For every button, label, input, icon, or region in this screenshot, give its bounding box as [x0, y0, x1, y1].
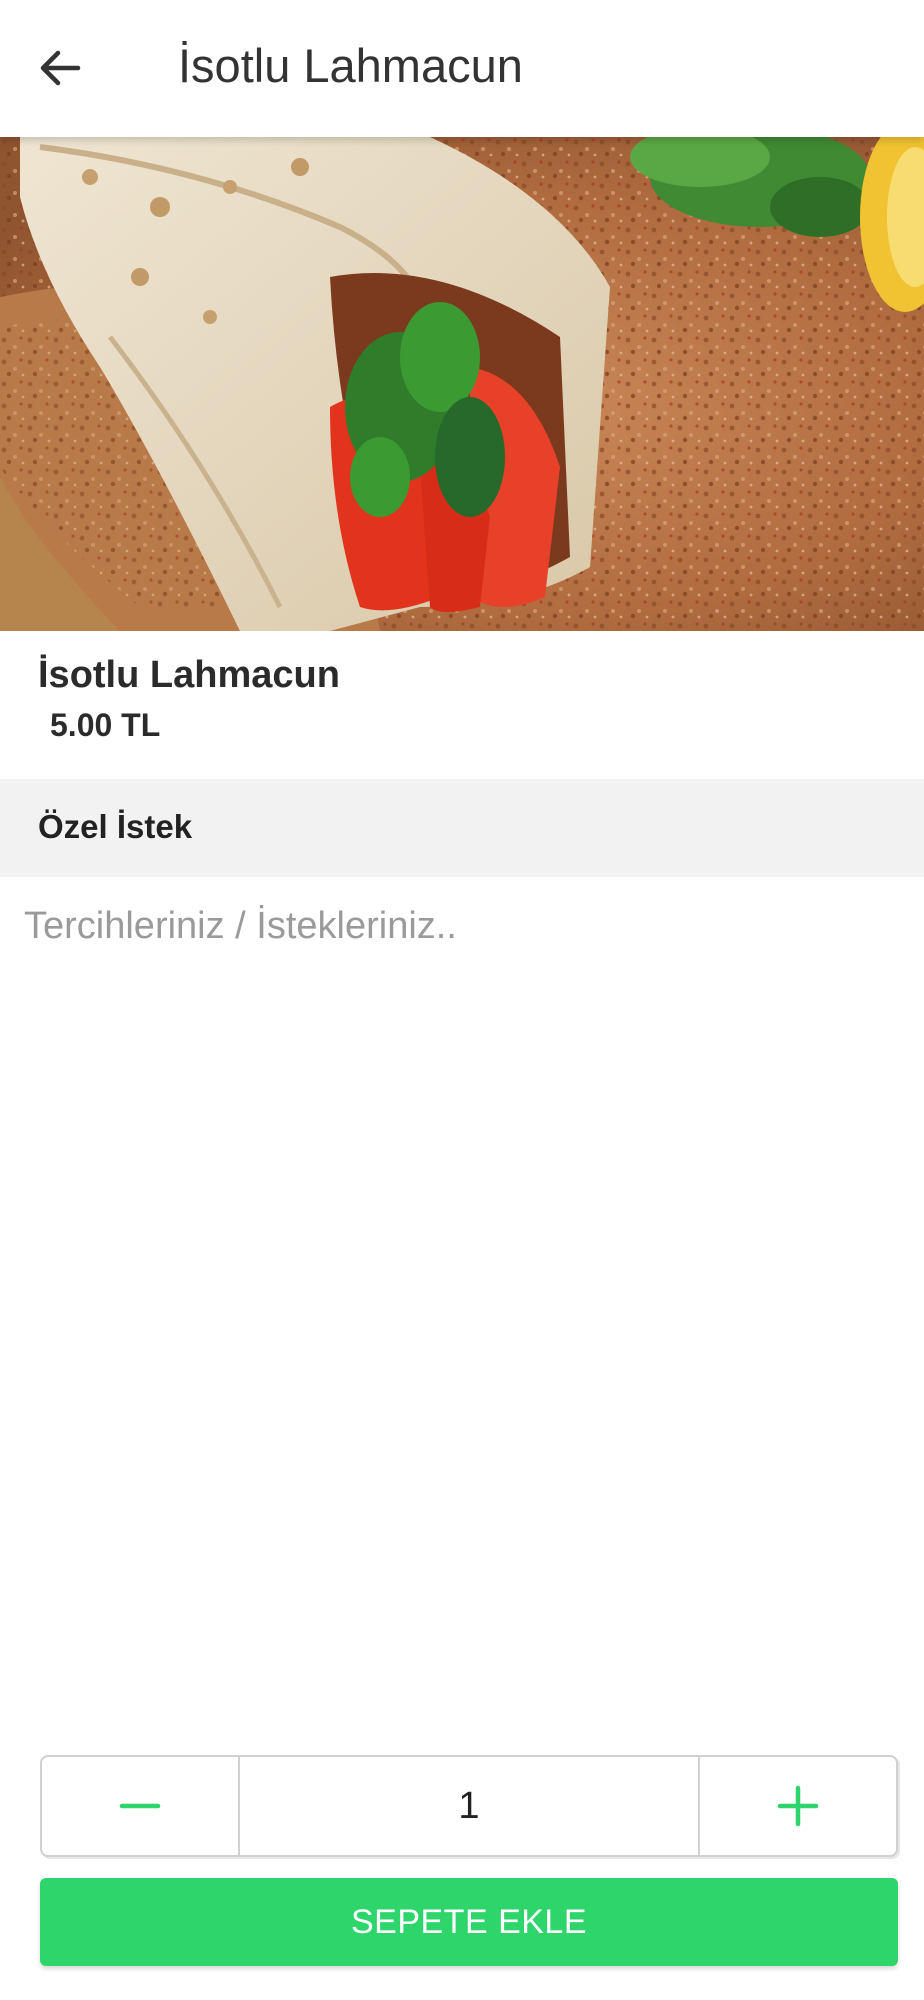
- app-header: İsotlu Lahmacun: [0, 0, 924, 137]
- quantity-stepper: 1: [40, 1755, 898, 1857]
- app-screen: İsotlu Lahmacun İsotlu Lahmacun 5.00 TL …: [0, 0, 924, 2000]
- plus-icon: [777, 1785, 819, 1827]
- product-image: [0, 137, 924, 631]
- add-to-cart-button[interactable]: SEPETE EKLE: [40, 1878, 898, 1966]
- page-title: İsotlu Lahmacun: [178, 39, 523, 92]
- special-request-input[interactable]: [0, 877, 924, 1737]
- product-name: İsotlu Lahmacun: [38, 654, 340, 696]
- minus-icon: [119, 1803, 161, 1809]
- product-price: 5.00 TL: [50, 707, 161, 743]
- section-title: Özel İstek: [38, 808, 193, 845]
- increment-button[interactable]: [700, 1757, 896, 1855]
- special-request-header: Özel İstek: [0, 779, 924, 877]
- quantity-value[interactable]: 1: [238, 1757, 700, 1855]
- decrement-button[interactable]: [42, 1757, 238, 1855]
- back-button[interactable]: [28, 40, 92, 96]
- arrow-left-icon: [40, 50, 81, 86]
